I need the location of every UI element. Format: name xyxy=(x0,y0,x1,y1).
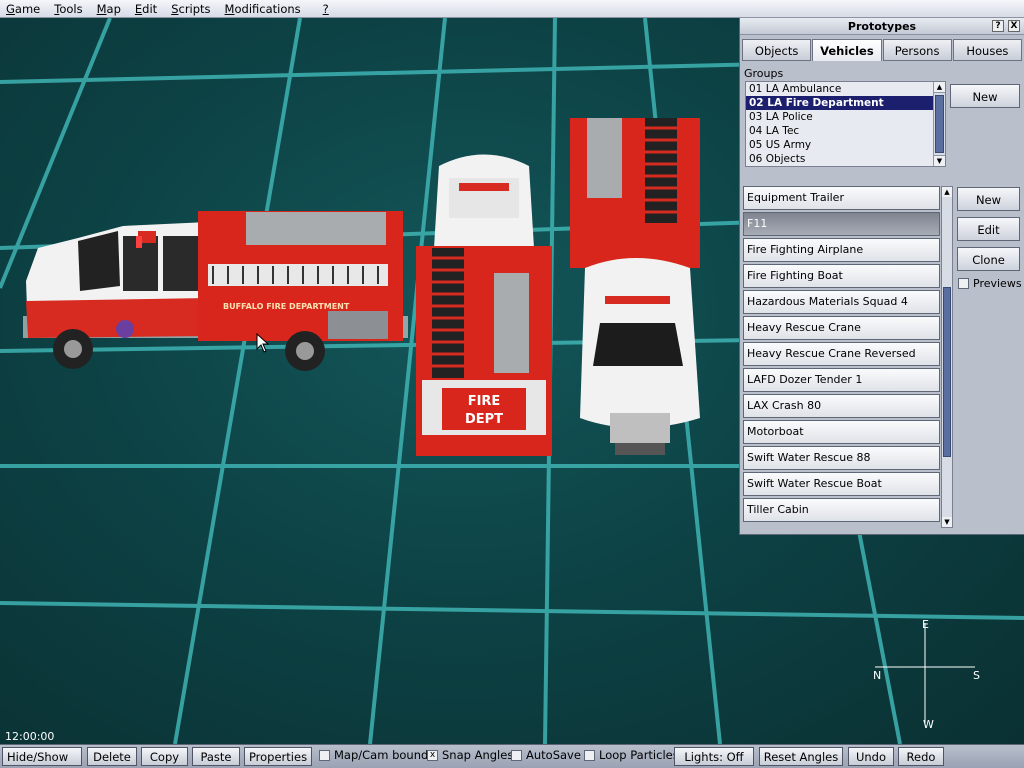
list-item[interactable]: Heavy Rescue Crane xyxy=(743,316,940,340)
new-group-button[interactable]: New xyxy=(950,84,1020,108)
map-cam-bounds-checkbox[interactable] xyxy=(319,749,330,761)
delete-button[interactable]: Delete xyxy=(87,747,137,766)
tab-houses[interactable]: Houses xyxy=(952,39,1022,61)
list-item[interactable]: Fire Fighting Airplane xyxy=(743,238,940,262)
list-item[interactable]: Tiller Cabin xyxy=(743,498,940,522)
snap-angles-checkbox[interactable]: x xyxy=(427,749,438,761)
prototypes-panel: Prototypes ? X Objects Vehicles Persons … xyxy=(739,18,1024,535)
vehicle-scroll-thumb[interactable] xyxy=(943,287,951,457)
compass-cross-icon xyxy=(875,623,975,723)
menu-tools[interactable]: Tools xyxy=(48,0,90,17)
panel-title-bar: Prototypes ? X xyxy=(740,18,1024,35)
loop-particles-label: Loop Particles xyxy=(599,748,679,762)
group-item[interactable]: 01 LA Ambulance xyxy=(746,82,945,96)
copy-button[interactable]: Copy xyxy=(141,747,188,766)
rescue-unit-top-model[interactable] xyxy=(565,118,715,463)
groups-label: Groups xyxy=(744,67,784,80)
tab-objects[interactable]: Objects xyxy=(742,39,812,61)
loop-particles-toggle[interactable]: Loop Particles xyxy=(584,748,679,762)
fire-label: FIRE xyxy=(468,394,501,409)
tab-persons[interactable]: Persons xyxy=(882,39,952,61)
undo-button[interactable]: Undo xyxy=(848,747,894,766)
menu-map[interactable]: Map xyxy=(91,0,129,17)
lights-button[interactable]: Lights: Off xyxy=(674,747,754,766)
menu-modifications[interactable]: Modifications xyxy=(219,0,309,17)
group-item[interactable]: 06 Objects xyxy=(746,152,945,166)
fire-truck-side-model[interactable]: BUFFALO FIRE DEPARTMENT xyxy=(18,186,413,371)
compass-north: N xyxy=(873,669,882,682)
menu-help[interactable]: ? xyxy=(309,0,337,17)
redo-button[interactable]: Redo xyxy=(898,747,944,766)
scroll-up-icon[interactable]: ▲ xyxy=(942,187,952,197)
autosave-toggle[interactable]: AutoSave xyxy=(511,748,581,762)
menu-bar: Game Tools Map Edit Scripts Modification… xyxy=(0,0,1024,18)
menu-game[interactable]: Game xyxy=(0,0,48,17)
list-item[interactable]: Swift Water Rescue 88 xyxy=(743,446,940,470)
groups-list[interactable]: 01 LA Ambulance 02 LA Fire Department 03… xyxy=(745,81,946,167)
group-item[interactable]: 02 LA Fire Department xyxy=(746,96,945,110)
list-item[interactable]: Fire Fighting Boat xyxy=(743,264,940,288)
list-item[interactable]: Heavy Rescue Crane Reversed xyxy=(743,342,940,366)
map-cam-bounds-toggle[interactable]: Map/Cam bounds xyxy=(319,748,434,762)
paste-button[interactable]: Paste xyxy=(192,747,240,766)
close-icon[interactable]: X xyxy=(1008,20,1020,32)
compass-south: S xyxy=(973,669,980,682)
group-item[interactable]: 05 US Army xyxy=(746,138,945,152)
list-item[interactable]: Swift Water Rescue Boat xyxy=(743,472,940,496)
list-item[interactable]: LAX Crash 80 xyxy=(743,394,940,418)
vehicle-list[interactable]: Equipment Trailer F11 Fire Fighting Airp… xyxy=(743,186,954,526)
dept-label: DEPT xyxy=(465,412,503,427)
vehicle-list-scrollbar[interactable]: ▲ ▼ xyxy=(941,186,953,528)
compass-west: W xyxy=(923,718,934,731)
panel-title: Prototypes xyxy=(847,20,917,33)
list-item[interactable]: Motorboat xyxy=(743,420,940,444)
fire-engine-top-model[interactable]: FIRE DEPT xyxy=(414,148,554,458)
properties-button[interactable]: Properties xyxy=(244,747,312,766)
scroll-up-icon[interactable]: ▲ xyxy=(934,82,945,93)
list-item[interactable]: F11 xyxy=(743,212,940,236)
previews-label: Previews xyxy=(973,277,1022,290)
clone-vehicle-button[interactable]: Clone xyxy=(957,247,1020,271)
compass-east: E xyxy=(922,618,929,631)
mouse-cursor-icon xyxy=(256,333,270,353)
bottom-toolbar: Hide/Show Delete Copy Paste Properties M… xyxy=(0,744,1024,768)
scroll-down-icon[interactable]: ▼ xyxy=(942,517,952,527)
reset-angles-button[interactable]: Reset Angles xyxy=(759,747,843,766)
hide-show-button[interactable]: Hide/Show xyxy=(2,747,82,766)
autosave-checkbox[interactable] xyxy=(511,749,522,761)
tab-vehicles[interactable]: Vehicles xyxy=(812,39,882,61)
menu-edit[interactable]: Edit xyxy=(129,0,165,17)
snap-angles-label: Snap Angles xyxy=(442,748,514,762)
new-vehicle-button[interactable]: New xyxy=(957,187,1020,211)
groups-scroll-thumb[interactable] xyxy=(935,95,944,153)
autosave-label: AutoSave xyxy=(526,748,581,762)
previews-toggle[interactable]: Previews xyxy=(958,277,1022,290)
groups-scrollbar[interactable]: ▲ ▼ xyxy=(933,82,945,166)
group-item[interactable]: 04 LA Tec xyxy=(746,124,945,138)
scroll-down-icon[interactable]: ▼ xyxy=(934,155,945,166)
compass-rose: E N S W xyxy=(870,615,980,735)
list-item[interactable]: Hazardous Materials Squad 4 xyxy=(743,290,940,314)
menu-scripts[interactable]: Scripts xyxy=(165,0,218,17)
list-item[interactable]: LAFD Dozer Tender 1 xyxy=(743,368,940,392)
group-item[interactable]: 03 LA Police xyxy=(746,110,945,124)
prototype-tabs: Objects Vehicles Persons Houses xyxy=(742,39,1023,61)
truck-decal-text: BUFFALO FIRE DEPARTMENT xyxy=(223,302,350,311)
game-clock: 12:00:00 xyxy=(5,730,55,743)
edit-vehicle-button[interactable]: Edit xyxy=(957,217,1020,241)
map-cam-bounds-label: Map/Cam bounds xyxy=(334,748,435,762)
help-icon[interactable]: ? xyxy=(992,20,1004,32)
loop-particles-checkbox[interactable] xyxy=(584,749,595,761)
snap-angles-toggle[interactable]: x Snap Angles xyxy=(427,748,513,762)
list-item[interactable]: Equipment Trailer xyxy=(743,186,940,210)
previews-checkbox[interactable] xyxy=(958,278,969,289)
